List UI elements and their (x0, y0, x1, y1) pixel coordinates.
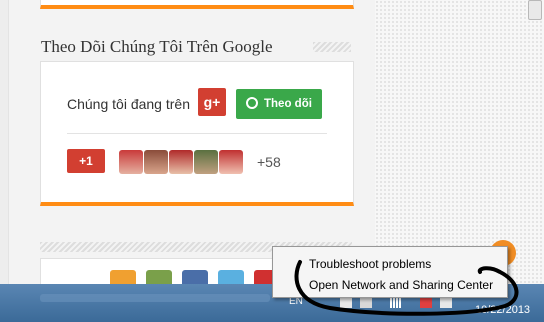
hand-drawn-circle-annotation (294, 260, 519, 316)
